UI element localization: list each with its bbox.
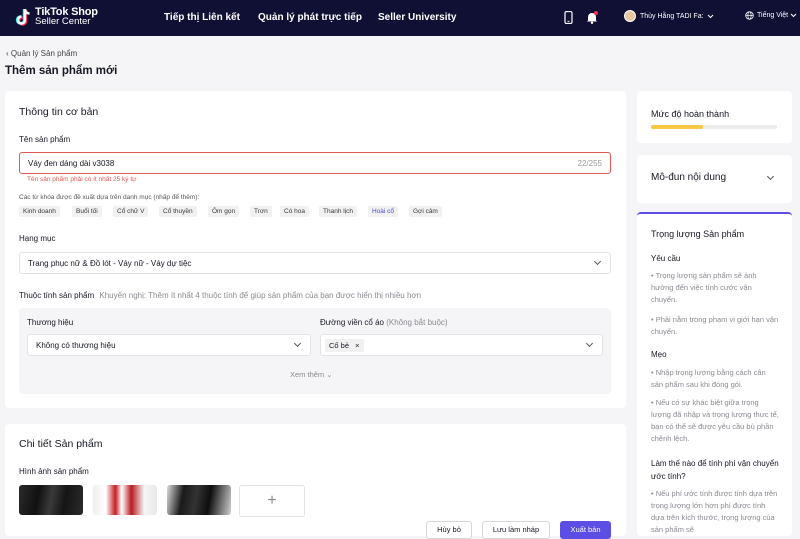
attributes-panel: Thương hiệu Không có thương hiệu Đường v…	[19, 308, 611, 394]
completion-card: Mức độ hoàn thành	[637, 91, 792, 143]
save-draft-button[interactable]: Lưu làm nháp	[482, 521, 550, 539]
weight-help-card: Trọng lượng Sản phẩm Yêu cầu • Trọng lượ…	[637, 212, 792, 536]
category-select[interactable]: Trang phục nữ & Đồ lót - Váy nữ - Váy dự…	[19, 252, 611, 274]
tip-item: • Nếu có sự khác biệt giữa trọng lượng đ…	[651, 398, 779, 443]
add-image-button[interactable]: +	[239, 485, 305, 517]
tiktok-shop-logo[interactable]: TikTok Shop Seller Center	[14, 7, 98, 27]
breadcrumb-label: Quản lý Sản phẩm	[10, 49, 78, 58]
product-image[interactable]	[167, 485, 231, 515]
user-menu[interactable]: Thùy Hằng TADI Fa:	[624, 10, 714, 22]
chevron-down-icon	[790, 13, 797, 18]
globe-icon	[745, 11, 754, 20]
keyword-tag[interactable]: Ôm gọn	[208, 206, 240, 217]
product-name-value: Váy đen dáng dài v3038	[28, 159, 115, 168]
page-title: Thêm sản phẩm mới	[5, 65, 118, 77]
plus-icon: +	[267, 492, 277, 509]
category-value: Trang phục nữ & Đồ lót - Váy nữ - Váy dự…	[28, 259, 192, 268]
product-detail-card: Chi tiết Sản phẩm Hình ảnh sản phẩm +	[5, 424, 626, 536]
attributes-hint: Khuyến nghị: Thêm ít nhất 4 thuộc tính đ…	[99, 291, 422, 300]
requirements-title: Yêu cầu	[651, 254, 681, 263]
keyword-tag[interactable]: Gợi cảm	[409, 206, 442, 217]
tiktok-logo-icon	[14, 7, 32, 27]
bell-icon[interactable]	[586, 11, 598, 26]
collar-label-text: Đường viền cổ áo	[320, 318, 384, 327]
collar-chip-label: Cổ bẻ	[329, 341, 350, 350]
brand-select[interactable]: Không có thương hiệu	[27, 334, 311, 356]
close-icon[interactable]: ×	[355, 341, 359, 350]
keyword-tag[interactable]: Cổ chữ V	[113, 206, 149, 217]
attributes-header: Thuộc tính sản phẩm Khuyến nghị: Thêm ít…	[19, 291, 421, 300]
keyword-tag[interactable]: Thanh lịch	[319, 206, 357, 217]
see-more-label: Xem thêm	[290, 370, 325, 379]
requirement-item: • Phải nằm trong phạm vi giới hạn vận ch…	[651, 315, 779, 336]
collar-chip: Cổ bẻ ×	[325, 339, 364, 352]
avatar	[624, 10, 636, 22]
section-title-basic: Thông tin cơ bản	[19, 106, 99, 118]
nav-seller-university[interactable]: Seller University	[378, 12, 456, 23]
char-counter: 22/255	[577, 159, 602, 168]
publish-button[interactable]: Xuất bản	[560, 521, 611, 539]
collar-select[interactable]: Cổ bẻ ×	[320, 334, 603, 356]
nav-affiliate[interactable]: Tiếp thị Liên kết	[164, 12, 240, 23]
product-image[interactable]	[19, 485, 83, 515]
completion-progress-track	[651, 125, 777, 129]
see-more-button[interactable]: Xem thêm ⌄	[290, 370, 333, 379]
category-label: Hạng mục	[19, 234, 56, 243]
top-bar: TikTok Shop Seller Center Tiếp thị Liên …	[0, 0, 800, 36]
section-title-detail: Chi tiết Sản phẩm	[19, 438, 103, 450]
brand-value: Không có thương hiệu	[36, 341, 116, 350]
chevron-down-icon	[707, 14, 713, 18]
keyword-tag[interactable]: Có hoa	[280, 206, 309, 217]
basic-info-card: Thông tin cơ bản Tên sản phẩm Váy đen dá…	[5, 91, 626, 408]
product-name-error: Tên sản phẩm phải có ít nhất 25 ký tự	[27, 176, 137, 183]
tips-title: Mẹo	[651, 350, 667, 359]
product-image[interactable]	[93, 485, 157, 515]
nav-live-management[interactable]: Quản lý phát trực tiếp	[258, 12, 362, 23]
requirement-item: • Trọng lượng sản phẩm sẽ ảnh hưởng đến …	[651, 271, 757, 304]
brand-line2: Seller Center	[35, 16, 91, 27]
keyword-hint: Các từ khóa được đề xuất dựa trên danh m…	[19, 194, 200, 201]
breadcrumb[interactable]: ‹ Quản lý Sản phẩm	[6, 49, 77, 58]
weight-title: Trọng lượng Sản phẩm	[651, 229, 745, 239]
language-label: Tiếng Việt	[757, 12, 789, 19]
user-name: Thùy Hằng TADI Fa:	[640, 12, 704, 20]
phone-icon[interactable]	[564, 10, 573, 26]
completion-label: Mức độ hoàn thành	[651, 109, 730, 119]
tip-item: • Nhập trọng lượng bằng cách cân sản phẩ…	[651, 368, 766, 389]
keyword-tag[interactable]: Buổi tối	[72, 206, 102, 217]
chevron-down-icon	[766, 172, 775, 181]
product-name-input[interactable]: Váy đen dáng dài v3038 22/255	[19, 152, 611, 174]
content-module-card[interactable]: Mô-đun nội dung	[637, 155, 792, 203]
collar-optional: (Không bắt buộc)	[386, 318, 448, 327]
completion-progress-fill	[651, 125, 703, 129]
chevron-down-icon: ⌄	[326, 370, 333, 379]
chevron-down-icon	[293, 339, 302, 348]
product-images-label: Hình ảnh sản phẩm	[19, 467, 89, 476]
keyword-tag[interactable]: Cổ thuyền	[159, 206, 197, 217]
attributes-label: Thuộc tính sản phẩm	[19, 291, 95, 300]
howto-item: • Nếu phí ước tính được tính dựa trên tr…	[651, 489, 778, 534]
howto-title: Làm thế nào để tính phí vận chuyển ước t…	[651, 459, 779, 481]
keyword-tag[interactable]: Kinh doanh	[19, 206, 60, 217]
language-selector[interactable]: Tiếng Việt	[745, 11, 797, 20]
brand-label: Thương hiệu	[27, 318, 74, 327]
cancel-button[interactable]: Hủy bỏ	[426, 521, 472, 539]
keyword-tag[interactable]: Trơn	[250, 206, 272, 217]
chevron-down-icon	[593, 257, 602, 266]
chevron-down-icon	[585, 339, 594, 348]
keyword-tag-active[interactable]: Hoài cổ	[368, 206, 399, 217]
content-module-label: Mô-đun nội dung	[651, 172, 727, 183]
product-name-label: Tên sản phẩm	[19, 135, 71, 144]
collar-label: Đường viền cổ áo (Không bắt buộc)	[320, 318, 448, 327]
